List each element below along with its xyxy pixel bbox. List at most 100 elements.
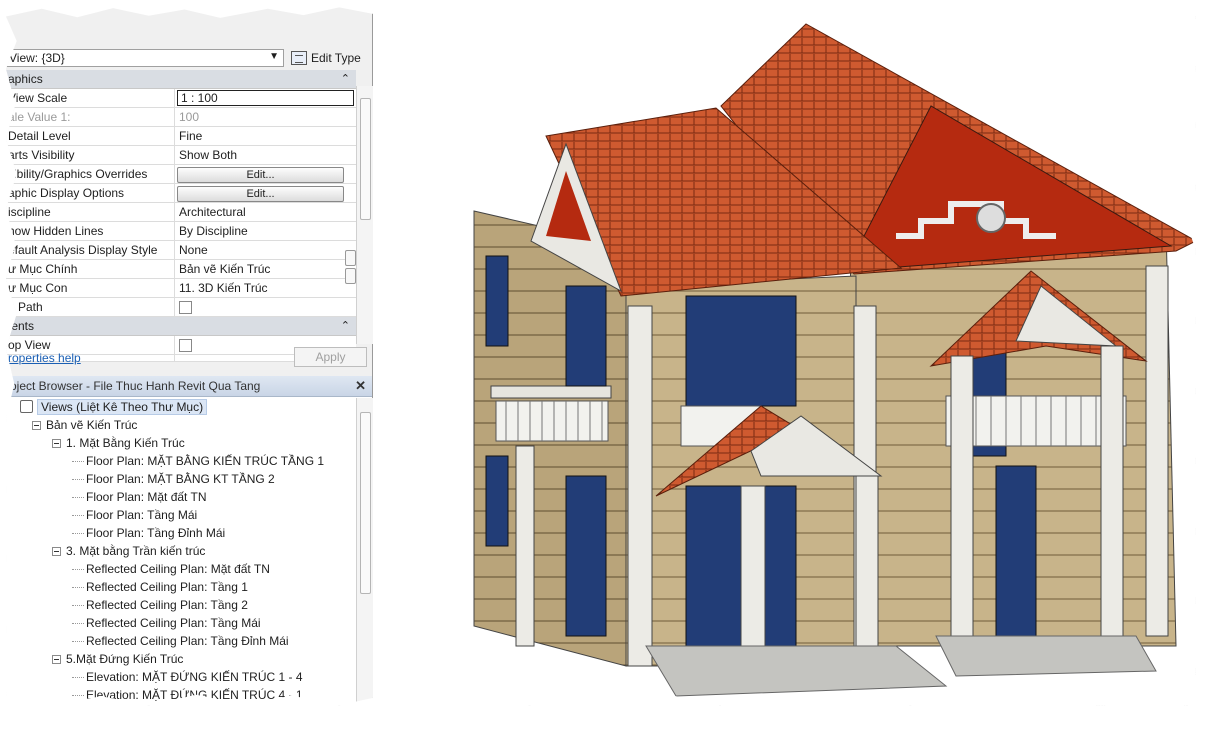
prop-row-discipline[interactable]: iscipline Architectural bbox=[6, 203, 356, 222]
prop-key: n Path bbox=[6, 298, 175, 316]
column bbox=[1145, 265, 1169, 637]
properties-scrollbar[interactable] bbox=[356, 86, 373, 344]
prop-row-thu-muc-con[interactable]: ư Mục Con 11. 3D Kiến Trúc bbox=[6, 279, 356, 298]
edit-type-icon bbox=[291, 51, 307, 65]
tree-item[interactable]: Reflected Ceiling Plan: Tầng Mái bbox=[6, 614, 356, 632]
tree-connector bbox=[72, 623, 84, 624]
section-graphics-label: aphics bbox=[8, 72, 43, 86]
tree-item[interactable]: Floor Plan: Tầng Mái bbox=[6, 506, 356, 524]
left-balcony-slab bbox=[490, 385, 612, 399]
prop-value[interactable]: Show Both bbox=[175, 146, 356, 164]
tree-group[interactable]: Bản vẽ Kiến Trúc bbox=[6, 416, 356, 434]
prop-row-sun-path[interactable]: n Path bbox=[6, 298, 356, 317]
prop-value[interactable]: Fine bbox=[175, 127, 356, 145]
prop-key: how Hidden Lines bbox=[6, 222, 175, 240]
collapse-toggle-icon[interactable] bbox=[52, 547, 61, 556]
tree-root-views[interactable]: Views (Liệt Kê Theo Thư Mục) bbox=[6, 398, 356, 416]
prop-value[interactable]: Bản vẽ Kiến Trúc bbox=[175, 260, 356, 278]
tree-item-label: Reflected Ceiling Plan: Mặt đất TN bbox=[86, 562, 270, 576]
apply-button[interactable]: Apply bbox=[294, 347, 367, 367]
prop-row-scale-value: ale Value 1: 100 bbox=[6, 108, 356, 127]
tree-connector bbox=[72, 641, 84, 642]
browser-scrollbar[interactable] bbox=[356, 398, 373, 706]
scrollbar-thumb[interactable] bbox=[360, 412, 371, 594]
properties-help-link[interactable]: roperties help bbox=[8, 351, 81, 365]
tree-connector bbox=[72, 479, 84, 480]
prop-row-hidden-lines[interactable]: how Hidden Lines By Discipline bbox=[6, 222, 356, 241]
prop-value[interactable]: 11. 3D Kiến Trúc bbox=[175, 279, 356, 297]
3d-view-canvas[interactable] bbox=[376, 6, 1196, 706]
collapse-icon[interactable]: ⌃ bbox=[341, 70, 350, 88]
tree-item[interactable]: Floor Plan: Tầng Đỉnh Mái bbox=[6, 524, 356, 542]
view-scale-input[interactable]: 1 : 100 bbox=[177, 90, 354, 106]
prop-row-vg-overrides[interactable]: sibility/Graphics Overrides Edit... bbox=[6, 165, 356, 184]
graphic-display-edit-button[interactable]: Edit... bbox=[177, 186, 344, 202]
prop-row-view-scale[interactable]: View Scale 1 : 100 bbox=[6, 89, 356, 108]
thu-muc-con-dropdown-handle[interactable] bbox=[345, 268, 356, 284]
tree-item-label: Floor Plan: Mặt đất TN bbox=[86, 490, 207, 504]
house-3d-model[interactable] bbox=[376, 6, 1196, 706]
type-selector-value: View: {3D} bbox=[9, 51, 65, 65]
tree-item-label: Elevation: MẶT ĐỨNG KIẾN TRÚC 4 - 1 bbox=[86, 688, 303, 702]
tree-item[interactable]: Elevation: MẶT ĐỨNG KIẾN TRÚC 4 - 1 bbox=[6, 686, 356, 704]
prop-value[interactable]: Architectural bbox=[175, 203, 356, 221]
tree-connector bbox=[72, 497, 84, 498]
type-selector-dropdown[interactable]: View: {3D} ▼ bbox=[6, 49, 284, 67]
prop-row-detail-level[interactable]: Detail Level Fine bbox=[6, 127, 356, 146]
tree-item[interactable]: Reflected Ceiling Plan: Tầng 1 bbox=[6, 578, 356, 596]
tree-folder[interactable]: 3. Mặt bằng Trần kiến trúc bbox=[6, 542, 356, 560]
prop-key: efault Analysis Display Style bbox=[6, 241, 175, 259]
close-icon[interactable]: ✕ bbox=[355, 376, 366, 396]
prop-row-analysis-style[interactable]: efault Analysis Display Style None bbox=[6, 241, 356, 260]
left-balcony-rail bbox=[495, 400, 609, 442]
crop-view-checkbox[interactable] bbox=[179, 339, 192, 352]
project-browser-header: oject Browser - File Thuc Hanh Revit Qua… bbox=[6, 376, 372, 397]
prop-value[interactable]: None bbox=[175, 241, 356, 259]
scrollbar-thumb[interactable] bbox=[360, 98, 371, 220]
tree-folder-label: 1. Mặt Bằng Kiến Trúc bbox=[66, 436, 185, 450]
prop-row-thu-muc-chinh[interactable]: ư Mục Chính Bản vẽ Kiến Trúc bbox=[6, 260, 356, 279]
collapse-icon[interactable]: ⌃ bbox=[341, 317, 350, 335]
tree-item-label: Elevation: MẶT ĐỨNG KIẾN TRÚC 1 - 4 bbox=[86, 670, 303, 684]
tree-item[interactable]: Reflected Ceiling Plan: Tầng 2 bbox=[6, 596, 356, 614]
properties-grid: aphics ⌃ View Scale 1 : 100 ale Value 1:… bbox=[6, 70, 356, 362]
tree-connector bbox=[72, 569, 84, 570]
tree-folder-label: 3. Mặt bằng Trần kiến trúc bbox=[66, 544, 206, 558]
collapse-toggle-icon[interactable] bbox=[52, 655, 61, 664]
tree-item[interactable]: Reflected Ceiling Plan: Mặt đất TN bbox=[6, 560, 356, 578]
porch-column bbox=[1100, 345, 1124, 647]
section-extents[interactable]: tents ⌃ bbox=[6, 317, 356, 336]
prop-key: Detail Level bbox=[6, 127, 175, 145]
sun-path-checkbox[interactable] bbox=[179, 301, 192, 314]
tree-item[interactable]: Reflected Ceiling Plan: Tầng Đỉnh Mái bbox=[6, 632, 356, 650]
tree-connector bbox=[72, 533, 84, 534]
tree-item[interactable]: Floor Plan: MẶT BẰNG KT TẦNG 2 bbox=[6, 470, 356, 488]
edit-type-button[interactable]: Edit Type bbox=[291, 48, 361, 68]
tree-item[interactable]: Floor Plan: Mặt đất TN bbox=[6, 488, 356, 506]
thu-muc-chinh-dropdown-handle[interactable] bbox=[345, 250, 356, 266]
prop-value: 100 bbox=[179, 110, 200, 124]
porch-column bbox=[855, 475, 879, 657]
prop-value[interactable]: By Discipline bbox=[175, 222, 356, 240]
tree-folder[interactable]: 1. Mặt Bằng Kiến Trúc bbox=[6, 434, 356, 452]
vg-edit-button[interactable]: Edit... bbox=[177, 167, 344, 183]
prop-key: ale Value 1: bbox=[6, 108, 175, 126]
views-icon bbox=[20, 400, 33, 413]
prop-key: sibility/Graphics Overrides bbox=[6, 165, 175, 183]
section-graphics[interactable]: aphics ⌃ bbox=[6, 70, 356, 89]
tree-folder[interactable]: 5.Mặt Đứng Kiến Trúc bbox=[6, 650, 356, 668]
prop-key: View Scale bbox=[6, 89, 175, 107]
prop-key: ư Mục Con bbox=[6, 279, 175, 297]
window bbox=[485, 255, 509, 347]
collapse-toggle-icon[interactable] bbox=[32, 421, 41, 430]
type-selector-bar: View: {3D} ▼ Edit Type bbox=[6, 44, 372, 72]
right-porch-steps bbox=[935, 635, 1157, 677]
tree-item-label: Floor Plan: MẶT BẰNG KT TẦNG 2 bbox=[86, 472, 275, 486]
tree-root-label: Views (Liệt Kê Theo Thư Mục) bbox=[37, 399, 208, 415]
tree-item[interactable]: Floor Plan: MẶT BẰNG KIẾN TRÚC TẦNG 1 bbox=[6, 452, 356, 470]
tree-item[interactable]: Elevation: MẶT ĐỨNG KIẾN TRÚC 1 - 4 bbox=[6, 668, 356, 686]
tree-connector bbox=[72, 587, 84, 588]
collapse-toggle-icon[interactable] bbox=[52, 439, 61, 448]
prop-row-parts-visibility[interactable]: arts Visibility Show Both bbox=[6, 146, 356, 165]
prop-row-graphic-display[interactable]: aphic Display Options Edit... bbox=[6, 184, 356, 203]
